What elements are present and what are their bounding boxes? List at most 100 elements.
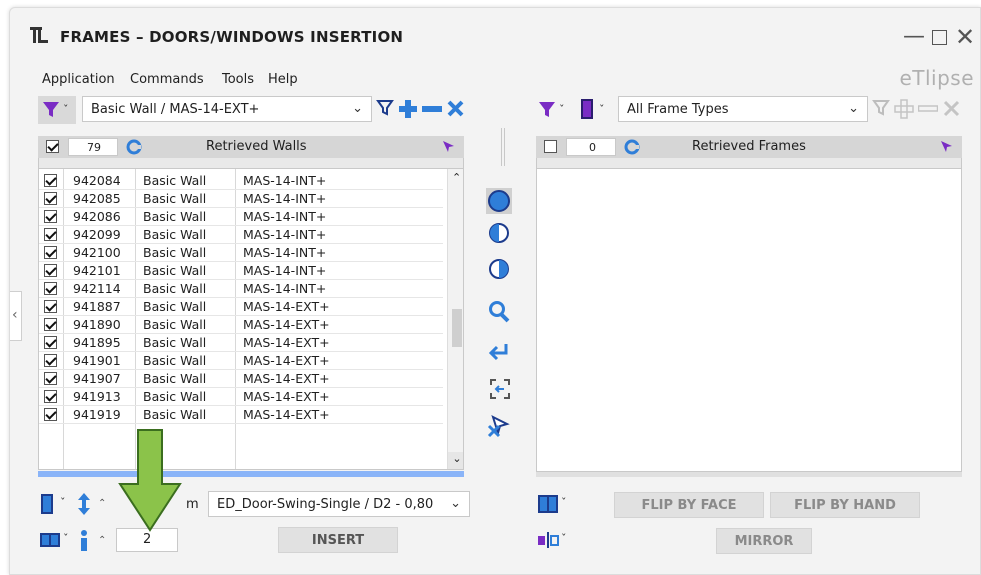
vertical-resize-icon[interactable] <box>76 492 92 516</box>
app-window: FRAMES – DOORS/WINDOWS INSERTION — ✕ App… <box>9 7 981 575</box>
fit-selection-icon[interactable] <box>489 378 511 400</box>
wall-filter-value: Basic Wall / MAS-14-EXT+ <box>91 102 260 117</box>
deselect-cursor-icon[interactable] <box>487 414 511 438</box>
row-name-cell: MAS-14-INT+ <box>243 191 327 206</box>
walls-header: 79 Retrieved Walls <box>38 136 464 158</box>
select-all-walls-checkbox[interactable] <box>46 140 59 153</box>
chevron-down-icon: ˇ <box>561 532 567 545</box>
row-checkbox[interactable] <box>44 354 57 367</box>
table-row[interactable]: 941887 Basic Wall MAS-14-EXT+ <box>39 298 443 316</box>
row-id-cell: 941887 <box>73 299 121 314</box>
refresh-icon[interactable] <box>624 139 640 155</box>
chevron-down-icon: ˇ <box>559 103 565 116</box>
row-type-cell: Basic Wall <box>143 191 207 206</box>
family-type-combo[interactable]: ED_Door-Swing-Single / D2 - 0,80 ⌄ <box>208 491 470 517</box>
chevron-up-icon[interactable]: ⌃ <box>98 498 106 509</box>
zoom-icon[interactable] <box>488 300 510 324</box>
scrollbar-thumb[interactable] <box>452 309 462 347</box>
chevron-up-icon[interactable]: ⌃ <box>98 535 106 546</box>
table-row[interactable]: 942101 Basic Wall MAS-14-INT+ <box>39 262 443 280</box>
table-row[interactable]: 942085 Basic Wall MAS-14-INT+ <box>39 190 443 208</box>
info-icon[interactable] <box>76 529 92 553</box>
row-checkbox[interactable] <box>44 210 57 223</box>
table-row[interactable]: 941890 Basic Wall MAS-14-EXT+ <box>39 316 443 334</box>
row-checkbox[interactable] <box>44 246 57 259</box>
right-filter-funnel-button[interactable]: ˇ <box>536 96 570 124</box>
right-frame-layout-button[interactable]: ˇ <box>536 492 572 516</box>
row-name-cell: MAS-14-EXT+ <box>243 407 330 422</box>
select-all-circle-icon[interactable] <box>486 188 512 214</box>
maximize-icon[interactable] <box>932 30 947 45</box>
return-arrow-icon[interactable] <box>488 342 512 364</box>
close-icon[interactable]: ✕ <box>955 25 975 49</box>
frame-layout-button[interactable]: ˇ <box>38 528 74 552</box>
minimize-icon[interactable]: — <box>903 26 925 48</box>
table-row[interactable]: 942100 Basic Wall MAS-14-INT+ <box>39 244 443 262</box>
row-checkbox[interactable] <box>44 408 57 421</box>
row-checkbox[interactable] <box>44 336 57 349</box>
row-id-cell: 942100 <box>73 245 121 260</box>
row-checkbox[interactable] <box>44 372 57 385</box>
flip-by-hand-button[interactable]: FLIP BY HAND <box>770 492 920 518</box>
row-checkbox[interactable] <box>44 282 57 295</box>
table-row[interactable]: 941901 Basic Wall MAS-14-EXT+ <box>39 352 443 370</box>
row-id-cell: 941895 <box>73 335 121 350</box>
row-checkbox[interactable] <box>44 264 57 277</box>
funnel-outline-icon[interactable] <box>376 99 394 117</box>
frame-filter-combo[interactable]: All Frame Types ⌄ <box>618 96 868 122</box>
table-row[interactable]: 942084 Basic Wall MAS-14-INT+ <box>39 172 443 190</box>
menu-commands[interactable]: Commands <box>130 72 204 87</box>
insert-button[interactable]: INSERT <box>278 527 398 553</box>
right-frame-type-button[interactable]: ˇ <box>578 96 612 124</box>
mirror-button[interactable]: MIRROR <box>716 528 812 554</box>
row-checkbox[interactable] <box>44 174 57 187</box>
row-id-cell: 942084 <box>73 173 121 188</box>
splitter-handle[interactable] <box>501 128 505 166</box>
scroll-down-icon[interactable]: ⌄ <box>448 452 463 469</box>
select-all-frames-checkbox[interactable] <box>544 140 557 153</box>
select-right-half-icon[interactable] <box>489 258 509 280</box>
filter-funnel-button[interactable]: ˇ <box>38 96 76 124</box>
frames-table <box>536 168 962 472</box>
menu-tools[interactable]: Tools <box>222 72 254 87</box>
wall-filter-combo[interactable]: Basic Wall / MAS-14-EXT+ ⌄ <box>82 96 372 122</box>
remove-icon[interactable] <box>422 105 442 113</box>
table-row[interactable]: 941919 Basic Wall MAS-14-EXT+ <box>39 406 443 424</box>
walls-header-label: Retrieved Walls <box>206 139 307 154</box>
table-row[interactable]: 941913 Basic Wall MAS-14-EXT+ <box>39 388 443 406</box>
refresh-icon[interactable] <box>126 139 142 155</box>
table-row[interactable]: 942114 Basic Wall MAS-14-INT+ <box>39 280 443 298</box>
menu-help[interactable]: Help <box>268 72 298 87</box>
row-checkbox[interactable] <box>44 228 57 241</box>
row-name-cell: MAS-14-EXT+ <box>243 299 330 314</box>
row-checkbox[interactable] <box>44 192 57 205</box>
chevron-down-icon: ˇ <box>599 103 605 116</box>
walls-scrollbar[interactable]: ⌃ ⌄ <box>447 169 463 469</box>
select-left-half-icon[interactable] <box>489 222 509 244</box>
clear-icon[interactable] <box>943 100 960 117</box>
column-header-strip <box>38 158 464 168</box>
flip-by-face-button[interactable]: FLIP BY FACE <box>614 492 764 518</box>
add-icon[interactable] <box>398 99 418 119</box>
frame-type-button[interactable]: ˇ <box>38 492 74 516</box>
row-checkbox[interactable] <box>44 318 57 331</box>
cursor-select-icon[interactable] <box>940 140 954 154</box>
funnel-outline-icon[interactable] <box>872 99 890 117</box>
row-checkbox[interactable] <box>44 390 57 403</box>
menu-application[interactable]: Application <box>42 72 115 87</box>
row-checkbox[interactable] <box>44 300 57 313</box>
clear-icon[interactable] <box>447 100 464 117</box>
expand-panel-button[interactable]: ‹ <box>10 291 22 341</box>
table-row[interactable]: 942086 Basic Wall MAS-14-INT+ <box>39 208 443 226</box>
row-name-cell: MAS-14-INT+ <box>243 281 327 296</box>
table-row[interactable]: 941907 Basic Wall MAS-14-EXT+ <box>39 370 443 388</box>
remove-icon[interactable] <box>918 105 938 113</box>
scroll-up-icon[interactable]: ⌃ <box>452 171 461 184</box>
cursor-select-icon[interactable] <box>442 140 456 154</box>
add-icon[interactable] <box>894 99 914 119</box>
double-door-icon <box>40 533 60 547</box>
selection-bar <box>38 471 464 477</box>
table-row[interactable]: 942099 Basic Wall MAS-14-INT+ <box>39 226 443 244</box>
table-row[interactable]: 941895 Basic Wall MAS-14-EXT+ <box>39 334 443 352</box>
right-mirror-mode-button[interactable]: ˇ <box>536 528 572 552</box>
